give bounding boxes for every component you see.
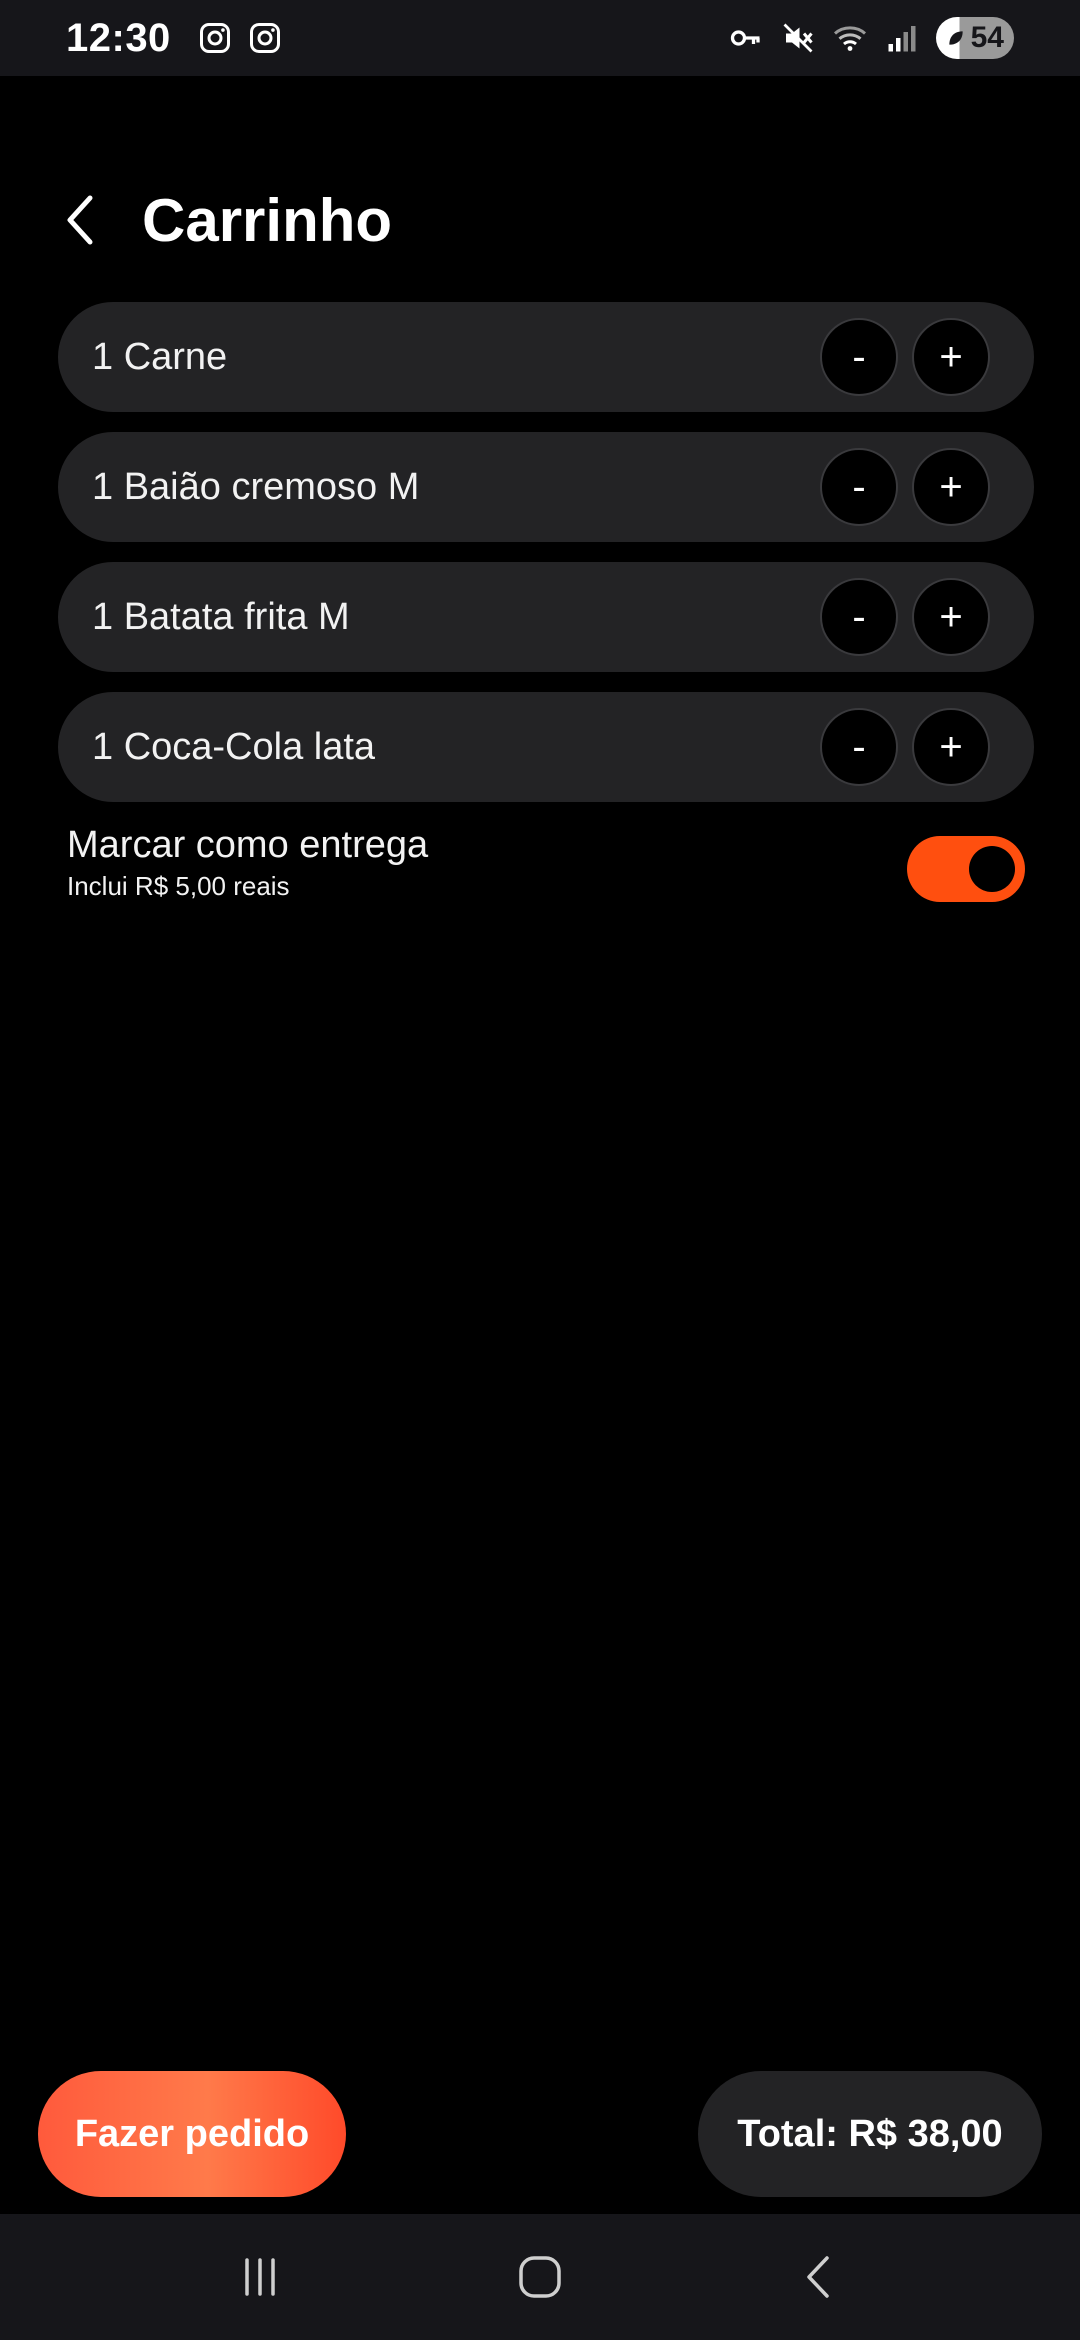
decrease-button[interactable]: - [820, 448, 898, 526]
quantity-stepper: - + [820, 708, 990, 786]
system-nav-bar [0, 2214, 1080, 2340]
home-button[interactable] [500, 2237, 580, 2317]
cart-item-label: 1 Batata frita M [92, 595, 350, 638]
signal-icon [888, 26, 916, 52]
mute-icon [783, 23, 813, 53]
increase-button[interactable]: + [912, 578, 990, 656]
battery-indicator: 54 [936, 17, 1014, 59]
chevron-left-icon [67, 195, 93, 245]
instagram-icon [249, 23, 280, 53]
increase-button[interactable]: + [912, 448, 990, 526]
decrease-button[interactable]: - [820, 578, 898, 656]
header: Carrinho [0, 180, 1080, 260]
cart-list: 1 Carne - + 1 Baião cremoso M - + 1 Bata… [58, 302, 1034, 822]
increase-button[interactable]: + [912, 318, 990, 396]
page-title: Carrinho [142, 187, 393, 254]
battery-level: 54 [970, 21, 1004, 54]
delivery-subtitle: Inclui R$ 5,00 reais [67, 871, 290, 901]
recent-apps-icon [245, 2258, 275, 2296]
delivery-option: Marcar como entrega Inclui R$ 5,00 reais [67, 824, 1025, 904]
back-button[interactable] [56, 192, 104, 248]
cart-item-label: 1 Baião cremoso M [92, 465, 420, 508]
delivery-toggle[interactable] [907, 836, 1025, 902]
cart-item: 1 Baião cremoso M - + [58, 432, 1034, 542]
cart-item: 1 Carne - + [58, 302, 1034, 412]
increase-button[interactable]: + [912, 708, 990, 786]
system-back-button[interactable] [780, 2237, 860, 2317]
wifi-icon [833, 26, 867, 51]
decrease-button[interactable]: - [820, 708, 898, 786]
delivery-title: Marcar como entrega [67, 824, 429, 866]
cart-item: 1 Coca-Cola lata - + [58, 692, 1034, 802]
cart-item-label: 1 Coca-Cola lata [92, 725, 376, 768]
status-bar-left: 12:30 [66, 16, 283, 61]
instagram-icon [199, 23, 230, 53]
toggle-knob [969, 846, 1015, 892]
place-order-button[interactable]: Fazer pedido [38, 2071, 346, 2197]
quantity-stepper: - + [820, 318, 990, 396]
quantity-stepper: - + [820, 448, 990, 526]
home-icon [519, 2256, 561, 2298]
cart-item-label: 1 Carne [92, 335, 228, 378]
status-bar-right: 54 [728, 17, 1014, 59]
recent-apps-button[interactable] [220, 2237, 300, 2317]
decrease-button[interactable]: - [820, 318, 898, 396]
status-bar: 12:30 54 [0, 0, 1080, 76]
vpn-key-icon [730, 30, 760, 46]
status-time: 12:30 [66, 15, 171, 60]
quantity-stepper: - + [820, 578, 990, 656]
cart-item: 1 Batata frita M - + [58, 562, 1034, 672]
total-amount: Total: R$ 38,00 [698, 2071, 1042, 2197]
battery-saver-icon [949, 31, 963, 45]
cart-screen: 12:30 54 Carrinho 1 Carne - + 1 Baião cr… [0, 0, 1080, 2340]
back-icon [807, 2256, 829, 2298]
